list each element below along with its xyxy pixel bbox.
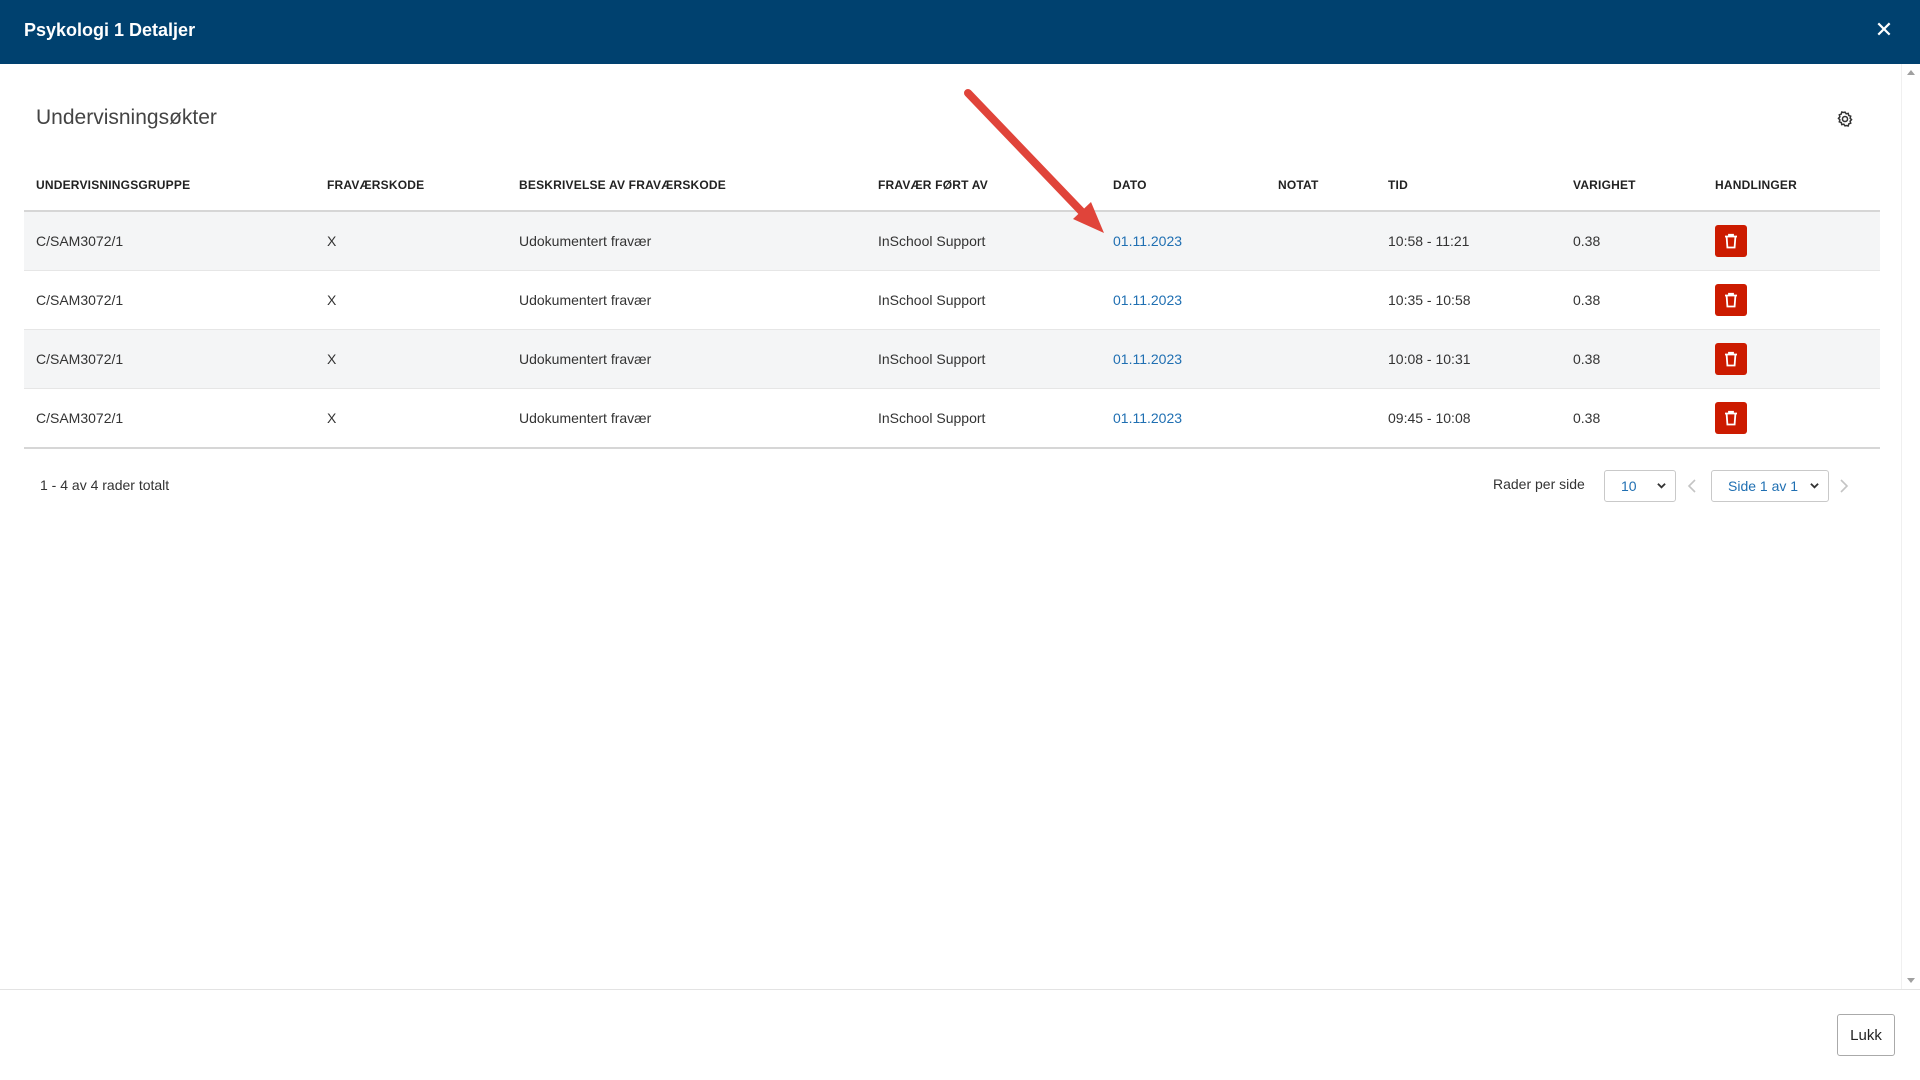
cell-registered-by: InSchool Support <box>866 270 1101 330</box>
table-row[interactable]: C/SAM3072/1 X Udokumentert fravær InScho… <box>24 211 1880 271</box>
cell-note <box>1266 270 1376 330</box>
cell-description: Udokumentert fravær <box>507 270 866 330</box>
column-header-group[interactable]: UNDERVISNINGSGRUPPE <box>24 160 315 212</box>
date-link[interactable]: 01.11.2023 <box>1113 292 1182 308</box>
cell-actions <box>1703 388 1880 449</box>
trash-icon <box>1725 351 1737 367</box>
date-link[interactable]: 01.11.2023 <box>1113 351 1182 367</box>
cell-registered-by: InSchool Support <box>866 211 1101 271</box>
trash-icon <box>1725 410 1737 426</box>
cell-registered-by: InSchool Support <box>866 329 1101 389</box>
cell-group: C/SAM3072/1 <box>24 270 315 330</box>
cell-note <box>1266 388 1376 449</box>
column-header-duration[interactable]: VARIGHET <box>1561 160 1703 212</box>
date-link[interactable]: 01.11.2023 <box>1113 233 1182 249</box>
date-link[interactable]: 01.11.2023 <box>1113 410 1182 426</box>
cell-time: 09:45 - 10:08 <box>1376 388 1561 449</box>
cell-group: C/SAM3072/1 <box>24 329 315 389</box>
chevron-left-icon[interactable] <box>1686 478 1698 494</box>
section-title: Undervisningsøkter <box>36 106 217 129</box>
cell-date: 01.11.2023 <box>1101 270 1266 330</box>
chevron-down-icon <box>1810 483 1819 489</box>
trash-icon <box>1725 233 1737 249</box>
cell-description: Udokumentert fravær <box>507 388 866 449</box>
gear-icon[interactable] <box>1836 110 1854 128</box>
delete-button[interactable] <box>1715 284 1747 316</box>
chevron-down-icon <box>1657 483 1666 489</box>
cell-actions <box>1703 329 1880 389</box>
delete-button[interactable] <box>1715 343 1747 375</box>
pagination-summary: 1 - 4 av 4 rader totalt <box>40 477 170 493</box>
cell-description: Udokumentert fravær <box>507 329 866 389</box>
rows-per-page-value: 10 <box>1621 478 1637 494</box>
cell-description: Udokumentert fravær <box>507 211 866 271</box>
table-row[interactable]: C/SAM3072/1 X Udokumentert fravær InScho… <box>24 388 1880 449</box>
table-row[interactable]: C/SAM3072/1 X Udokumentert fravær InScho… <box>24 270 1880 330</box>
trash-icon <box>1725 292 1737 308</box>
cell-duration: 0.38 <box>1561 211 1703 271</box>
cell-note <box>1266 329 1376 389</box>
rows-per-page-label: Rader per side <box>1493 476 1585 492</box>
column-header-registered-by[interactable]: FRAVÆR FØRT AV <box>866 160 1101 212</box>
cell-actions <box>1703 211 1880 271</box>
table-header-row: UNDERVISNINGSGRUPPE FRAVÆRSKODE BESKRIVE… <box>24 160 1880 212</box>
column-header-note[interactable]: NOTAT <box>1266 160 1376 212</box>
close-button[interactable]: Lukk <box>1837 1014 1895 1056</box>
cell-code: X <box>315 329 507 389</box>
page-select[interactable]: Side 1 av 1 <box>1711 470 1829 502</box>
delete-button[interactable] <box>1715 225 1747 257</box>
cell-time: 10:35 - 10:58 <box>1376 270 1561 330</box>
page-value: Side 1 av 1 <box>1728 478 1799 494</box>
chevron-right-icon[interactable] <box>1838 478 1850 494</box>
scroll-down-icon[interactable] <box>1907 978 1915 983</box>
cell-group: C/SAM3072/1 <box>24 388 315 449</box>
cell-duration: 0.38 <box>1561 388 1703 449</box>
delete-button[interactable] <box>1715 402 1747 434</box>
cell-registered-by: InSchool Support <box>866 388 1101 449</box>
column-header-description[interactable]: BESKRIVELSE AV FRAVÆRSKODE <box>507 160 866 212</box>
cell-group: C/SAM3072/1 <box>24 211 315 271</box>
footer-divider <box>0 989 1920 990</box>
cell-note <box>1266 211 1376 271</box>
modal-title: Psykologi 1 Detaljer <box>24 20 196 40</box>
cell-duration: 0.38 <box>1561 329 1703 389</box>
modal-header: Psykologi 1 Detaljer ✕ <box>0 0 1920 64</box>
column-header-date[interactable]: DATO <box>1101 160 1266 212</box>
sessions-table: UNDERVISNINGSGRUPPE FRAVÆRSKODE BESKRIVE… <box>24 160 1880 449</box>
vertical-scrollbar[interactable] <box>1901 64 1920 989</box>
column-header-actions: HANDLINGER <box>1703 160 1880 212</box>
column-header-code[interactable]: FRAVÆRSKODE <box>315 160 507 212</box>
cell-date: 01.11.2023 <box>1101 388 1266 449</box>
table-row[interactable]: C/SAM3072/1 X Udokumentert fravær InScho… <box>24 329 1880 389</box>
cell-actions <box>1703 270 1880 330</box>
cell-code: X <box>315 270 507 330</box>
cell-date: 01.11.2023 <box>1101 211 1266 271</box>
cell-time: 10:58 - 11:21 <box>1376 211 1561 271</box>
cell-code: X <box>315 388 507 449</box>
column-header-time[interactable]: TID <box>1376 160 1561 212</box>
cell-date: 01.11.2023 <box>1101 329 1266 389</box>
rows-per-page-select[interactable]: 10 <box>1604 470 1676 502</box>
scroll-up-icon[interactable] <box>1907 70 1915 75</box>
cell-time: 10:08 - 10:31 <box>1376 329 1561 389</box>
close-icon[interactable]: ✕ <box>1870 16 1898 44</box>
cell-code: X <box>315 211 507 271</box>
cell-duration: 0.38 <box>1561 270 1703 330</box>
